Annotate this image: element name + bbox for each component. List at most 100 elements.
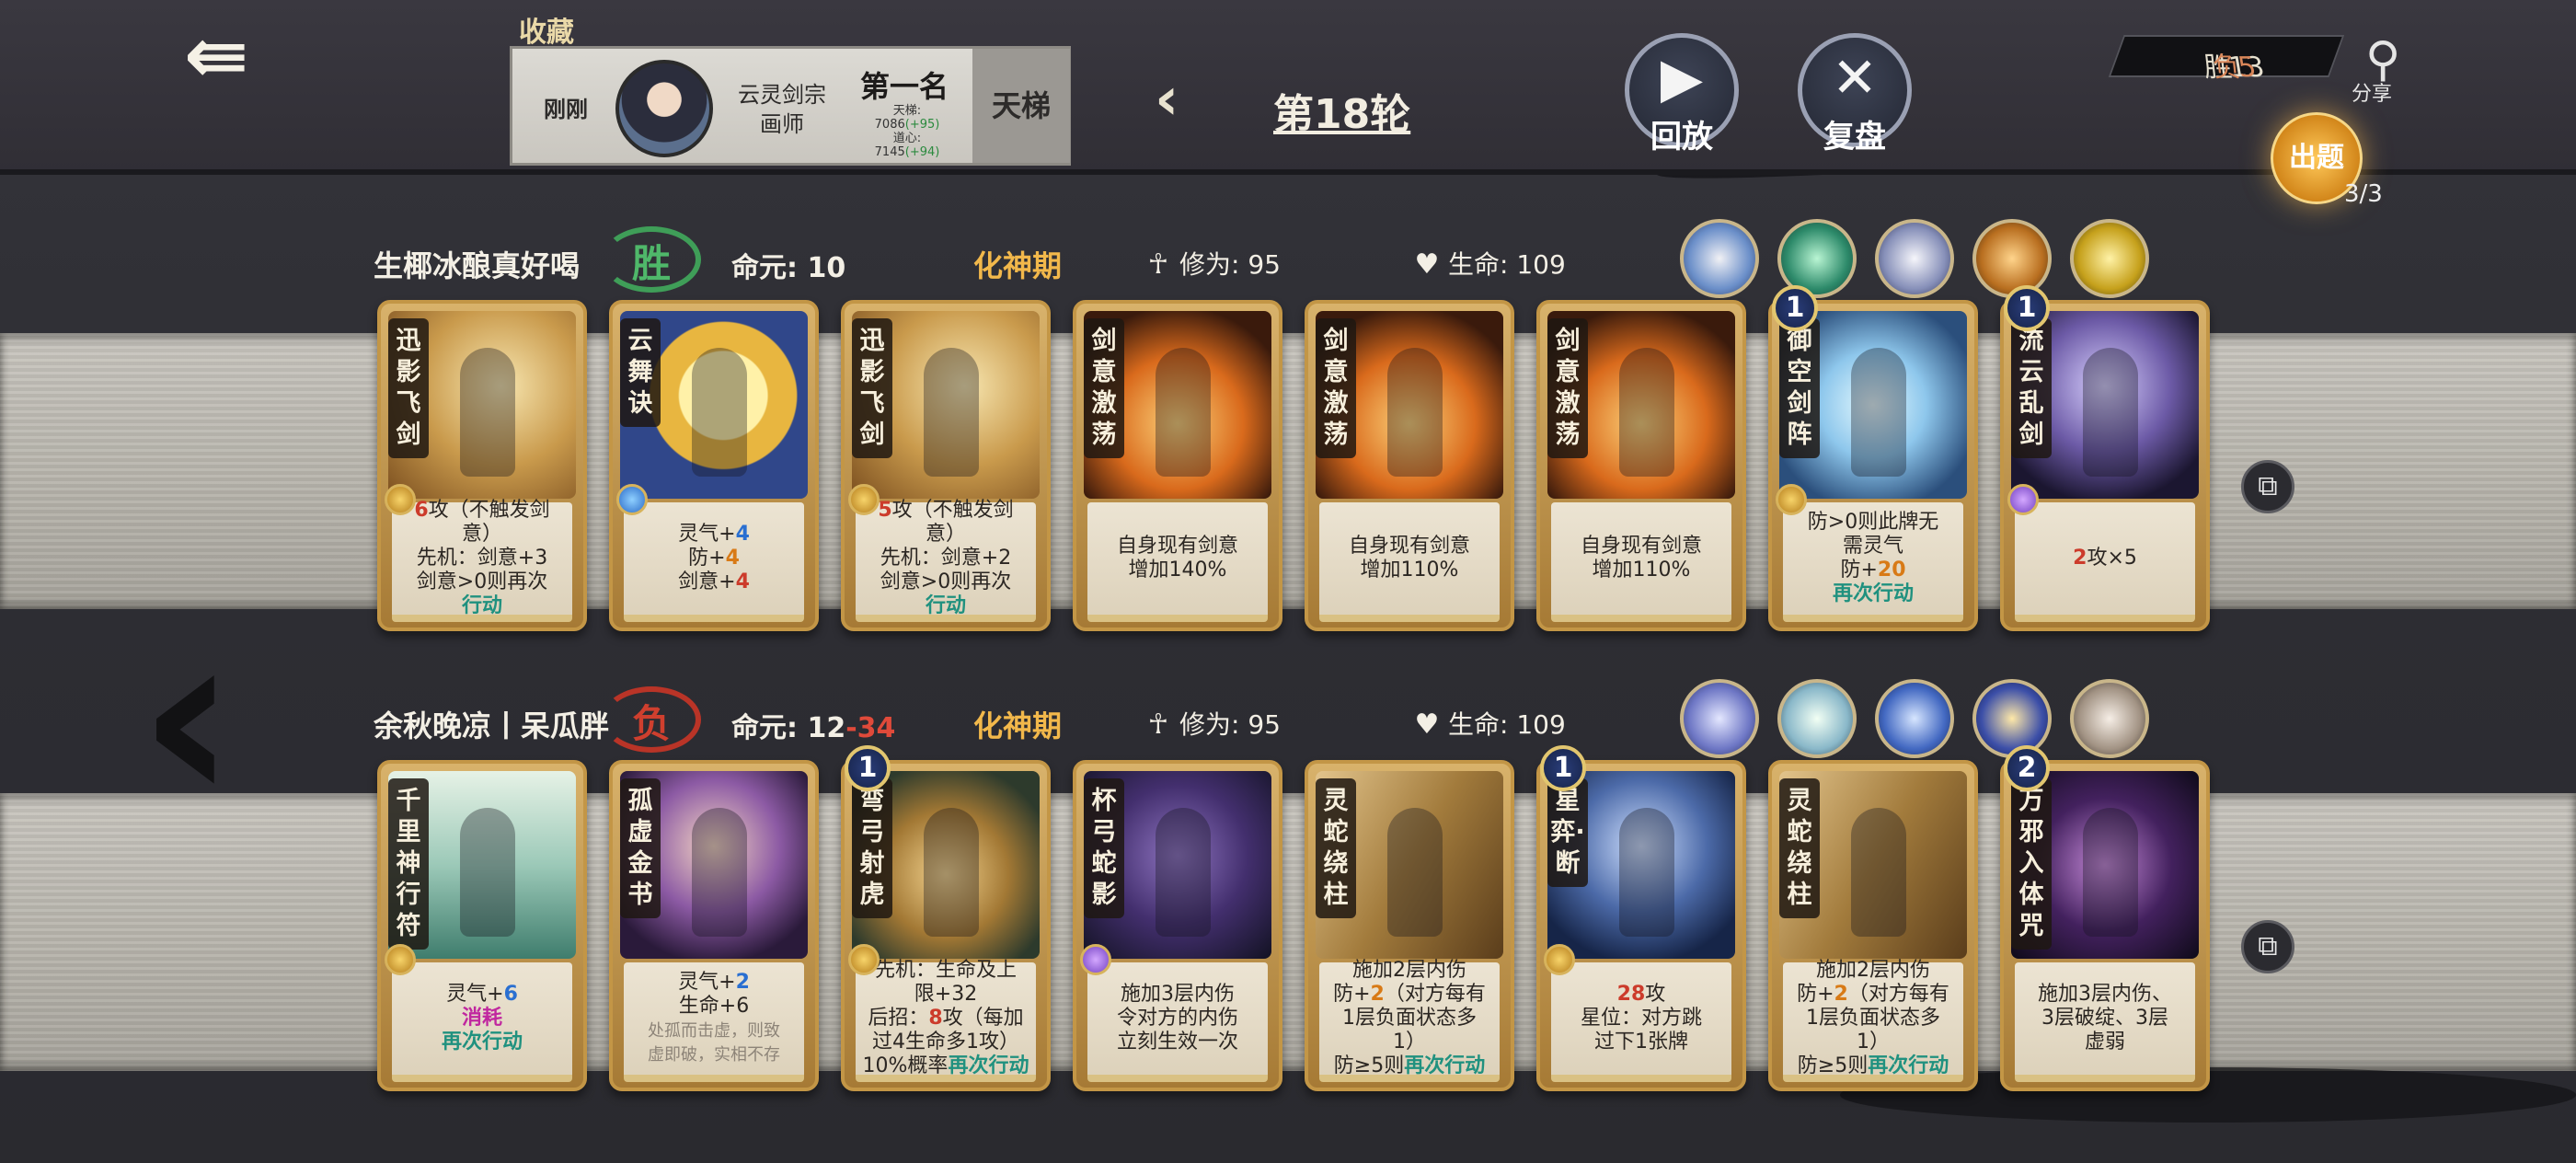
skill-card[interactable]: 流云乱剑 1 2攻×5 (2000, 285, 2210, 631)
card-description: 先机：生命及上 限+32 后招：8攻（每加 过4生命多1攻） 10%概率再次行动 (856, 959, 1036, 1082)
card-description: 施加2层内伤 防+2（对方每有 1层负面状态多 1） 防≥5则再次行动 (1319, 959, 1500, 1082)
companion-icon[interactable] (1972, 679, 2052, 758)
companion-icon[interactable] (2070, 679, 2149, 758)
round-title[interactable]: 第18轮 (1273, 81, 1410, 140)
card-text-segment: 防+ (1333, 983, 1371, 1006)
top-bar: ⇚ 收藏 刚刚 云灵剑宗 画师 第一名 天梯: 7086(+95) 道心: 71… (0, 0, 2576, 175)
card-text-segment: 生命+6 (678, 995, 750, 1018)
card-description-line: 防>0则此牌无 (1787, 511, 1960, 535)
skill-card[interactable]: 剑意激荡 自身现有剑意 增加140% (1073, 300, 1282, 631)
card-art-figure (2083, 348, 2138, 477)
review-button[interactable]: ✕ 复盘 (1798, 33, 1912, 155)
copy-icon[interactable]: ⧉ (2241, 460, 2294, 513)
opponent-sect: 云灵剑宗 画师 (731, 80, 833, 139)
card-description-line: 6攻（不触发剑 (396, 499, 569, 523)
skill-card[interactable]: 御空剑阵 1 防>0则此牌无 需灵气 防+20 再次行动 (1768, 285, 1978, 631)
skill-card[interactable]: 灵蛇绕柱 施加2层内伤 防+2（对方每有 1层负面状态多 1） 防≥5则再次行动 (1768, 760, 1978, 1091)
skill-card[interactable]: 剑意激荡 自身现有剑意 增加110% (1536, 300, 1746, 631)
card-description-line: 需灵气 (1787, 535, 1960, 558)
card-description-line: 防+2（对方每有 (1787, 983, 1960, 1007)
card-description-line: 施加2层内伤 (1323, 959, 1496, 983)
opponent-summary-panel[interactable]: 刚刚 云灵剑宗 画师 第一名 天梯: 7086(+95) 道心: 7145(+9… (510, 46, 1071, 166)
card-text-segment: 虚弱 (2084, 1031, 2125, 1054)
result-badge-win: 胜 (602, 226, 701, 293)
card-text-segment: 意） (461, 523, 502, 546)
card-description-line: 1） (1323, 1031, 1496, 1054)
card-text-segment: 4 (725, 547, 740, 570)
skill-card[interactable]: 剑意激荡 自身现有剑意 增加110% (1305, 300, 1514, 631)
card-description: 施加2层内伤 防+2（对方每有 1层负面状态多 1） 防≥5则再次行动 (1783, 959, 1963, 1082)
card-text-segment: 2 (1834, 983, 1848, 1006)
companion-icon[interactable] (1875, 679, 1954, 758)
companion-icon[interactable] (1680, 679, 1759, 758)
skill-card[interactable]: 灵蛇绕柱 施加2层内伤 防+2（对方每有 1层负面状态多 1） 防≥5则再次行动 (1305, 760, 1514, 1091)
skill-card[interactable]: 万邪入体咒 2 施加3层内伤、 3层破绽、3层 虚弱 (2000, 745, 2210, 1091)
skill-card[interactable]: 云舞诀 灵气+4 防+4 剑意+4 (609, 300, 819, 631)
card-description-line: 5攻（不触发剑 (859, 499, 1032, 523)
card-level-badge: 1 (1772, 285, 1818, 331)
skill-card[interactable]: 弯弓射虎 1 先机：生命及上 限+32 后招：8攻（每加 过4生命多1攻） 10%概率再次行… (841, 745, 1051, 1091)
copy-icon[interactable]: ⧉ (2241, 920, 2294, 973)
skill-card[interactable]: 千里神行符 灵气+6 消耗 再次行动 (377, 760, 587, 1091)
card-description-line: 意） (396, 523, 569, 547)
share-label[interactable]: 分享 (2352, 77, 2392, 107)
card-text-segment: 4 (735, 523, 750, 546)
card-description-line: 限+32 (859, 983, 1032, 1007)
ladder-stat-delta: (+95) (904, 118, 940, 132)
skill-card[interactable]: 迅影飞剑 5攻（不触发剑 意） 先机：剑意+2 剑意>0则再次 行动 (841, 300, 1051, 631)
card-level-badge: 1 (845, 745, 891, 791)
card-description-line: 处孤而击虚，则致 (627, 1019, 800, 1042)
card-art-figure (2083, 808, 2138, 937)
card-text-segment: 4 (735, 570, 750, 593)
card-type-orb-icon (385, 944, 416, 975)
chevron-left-icon[interactable]: ‹ (1155, 70, 1179, 129)
card-art-figure (1387, 808, 1443, 937)
card-description-line: 灵气+4 (627, 523, 800, 547)
card-text-segment: 剑意>0则 (416, 570, 508, 593)
hp-value: 109 (1516, 709, 1566, 740)
card-description-line: 施加3层内伤 (1091, 983, 1264, 1007)
collect-label[interactable]: 收藏 (519, 9, 574, 50)
back-arrow-icon[interactable]: ⇚ (184, 17, 285, 94)
companion-icon[interactable] (1972, 219, 2052, 298)
companion-icon[interactable] (1777, 679, 1857, 758)
life-stat: 命元: 10 (731, 245, 845, 285)
life-loss: -34 (845, 712, 896, 744)
companion-icon[interactable] (2070, 219, 2149, 298)
replay-button[interactable]: ▶ 回放 (1625, 33, 1739, 155)
card-description-line: 生命+6 (627, 995, 800, 1019)
skill-card[interactable]: 迅影飞剑 6攻（不触发剑 意） 先机：剑意+3 剑意>0则再次 行动 (377, 300, 587, 631)
card-text-segment: 1） (1857, 1031, 1890, 1054)
skill-card[interactable]: 孤虚金书 灵气+2 生命+6 处孤而击虚，则致 虚即破，实相不存 (609, 760, 819, 1091)
card-description-line: 自身现有剑意 (1323, 535, 1496, 558)
card-text-segment: 再次 (507, 570, 548, 593)
cultivation-label: 修为: (1179, 249, 1240, 280)
card-text-segment: 20 (1877, 558, 1906, 582)
card-text-segment: 过4生命多1攻） (872, 1031, 1019, 1054)
card-text-segment: （对方每有 (1384, 983, 1486, 1006)
card-art-figure (1619, 348, 1674, 477)
life-stat: 命元: 12-34 (731, 705, 895, 745)
card-description-line: 2攻×5 (2018, 547, 2191, 570)
heart-stat-delta: (+94) (904, 145, 940, 159)
hp-stat: ♥ 生命: 109 (1413, 705, 1566, 742)
card-description: 施加3层内伤 令对方的内伤 立刻生效一次 (1087, 962, 1268, 1082)
card-type-orb-icon (2007, 484, 2039, 515)
card-name: 杯弓蛇影 (1084, 778, 1124, 918)
cultivation-stat: ☥ 修为: 95 (1144, 245, 1281, 282)
card-text-segment: 过下1张牌 (1594, 1031, 1688, 1054)
companion-icon[interactable] (1875, 219, 1954, 298)
companion-icon[interactable] (1680, 219, 1759, 298)
card-name: 迅影飞剑 (852, 318, 892, 458)
card-type-orb-icon (616, 484, 648, 515)
skill-card[interactable]: 杯弓蛇影施加3层内伤 令对方的内伤 立刻生效一次 (1073, 760, 1282, 1091)
card-text-segment: 防+ (1797, 983, 1834, 1006)
card-description-line: 立刻生效一次 (1091, 1031, 1264, 1054)
card-name: 云舞诀 (620, 318, 661, 427)
card-text-segment: 自身现有剑意 (1580, 535, 1702, 558)
skill-card[interactable]: 星弈·断 1 28攻 星位：对方跳 过下1张牌 (1536, 745, 1746, 1091)
card-name: 孤虚金书 (620, 778, 661, 918)
sect-name: 云灵剑宗 (738, 82, 826, 108)
card-name: 万邪入体咒 (2011, 778, 2052, 950)
opponent-rank: 第一名 (859, 69, 949, 104)
